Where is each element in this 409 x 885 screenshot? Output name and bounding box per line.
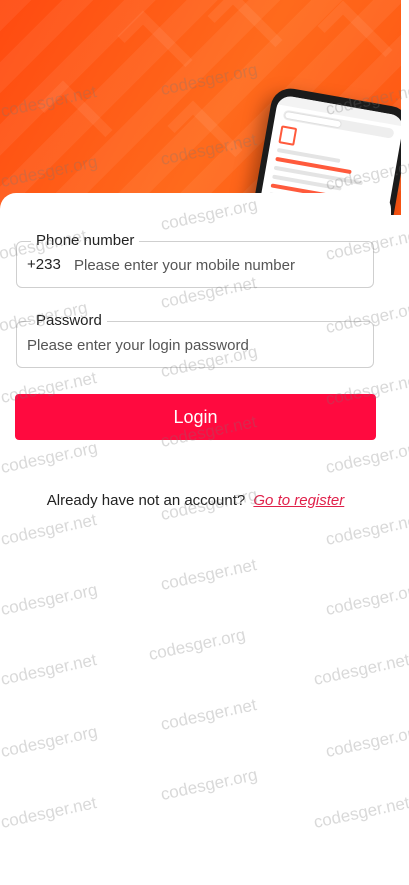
country-code[interactable]: +233: [27, 256, 61, 273]
hero-pattern: [167, 100, 243, 176]
hero-pattern: [117, 10, 193, 86]
register-link[interactable]: Go to register: [253, 492, 344, 509]
hero-pattern: [37, 80, 113, 156]
password-input[interactable]: [27, 335, 362, 355]
document-icon: [278, 125, 298, 146]
login-card: Phone number +233 Password: [0, 193, 391, 885]
password-label: Password: [31, 312, 107, 330]
phone-input[interactable]: [74, 255, 364, 275]
phone-field: Phone number +233: [16, 232, 374, 288]
register-prompt-line: Already have not an account? Go to regis…: [0, 492, 391, 509]
phone-label: Phone number: [31, 232, 140, 250]
hero-pattern: [207, 0, 283, 66]
register-prompt: Already have not an account?: [46, 492, 246, 509]
hero-pattern: [317, 0, 393, 76]
login-button[interactable]: Login: [15, 394, 376, 440]
password-field: Password: [16, 312, 374, 368]
hero-banner: [0, 0, 401, 215]
